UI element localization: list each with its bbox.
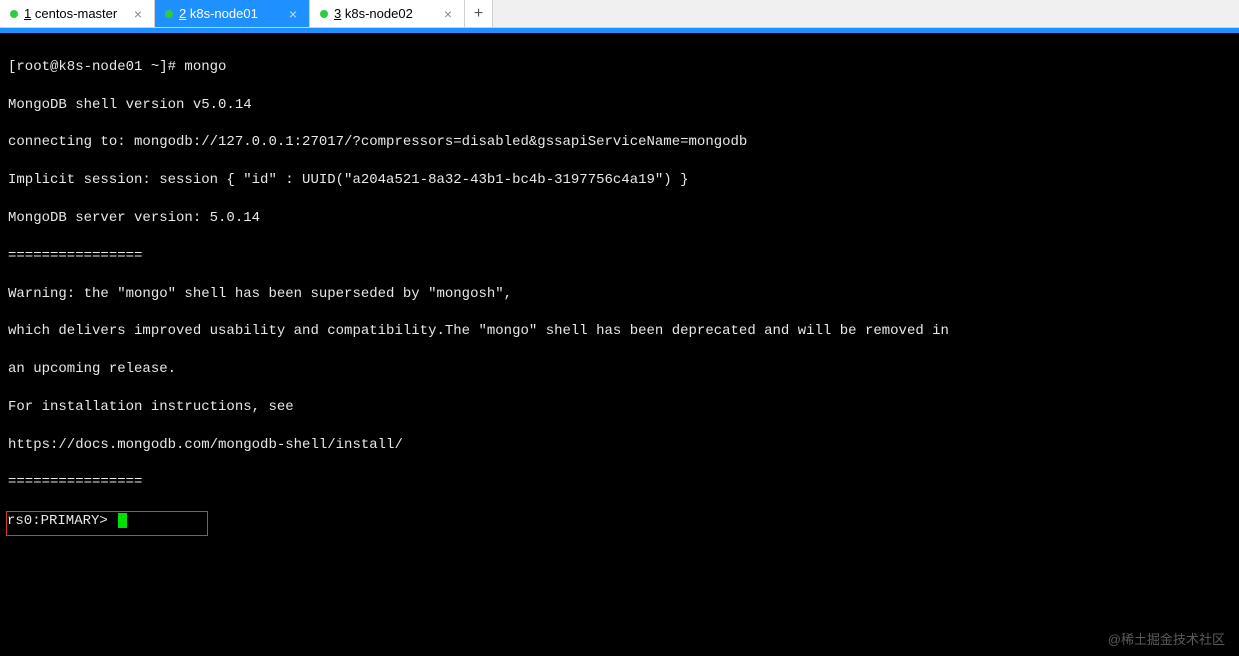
terminal-output[interactable]: [root@k8s-node01 ~]# mongo MongoDB shell…	[0, 33, 1239, 656]
terminal-line: [root@k8s-node01 ~]# mongo	[8, 58, 1231, 77]
close-icon[interactable]: ×	[287, 6, 299, 22]
tab-bar: 1 centos-master × 2 k8s-node01 × 3 k8s-n…	[0, 0, 1239, 28]
terminal-line: Implicit session: session { "id" : UUID(…	[8, 171, 1231, 190]
add-tab-button[interactable]: +	[465, 0, 493, 27]
status-dot-icon	[320, 10, 328, 18]
terminal-line: Warning: the "mongo" shell has been supe…	[8, 285, 1231, 304]
watermark: @稀土掘金技术社区	[1108, 629, 1225, 648]
close-icon[interactable]: ×	[132, 6, 144, 22]
mongo-prompt: rs0:PRIMARY>	[7, 513, 116, 529]
close-icon[interactable]: ×	[442, 6, 454, 22]
status-dot-icon	[10, 10, 18, 18]
cursor-icon	[118, 513, 127, 528]
terminal-line: ================	[8, 473, 1231, 492]
terminal-line: ================	[8, 247, 1231, 266]
terminal-line: which delivers improved usability and co…	[8, 322, 1231, 341]
status-dot-icon	[165, 10, 173, 18]
tab-centos-master[interactable]: 1 centos-master ×	[0, 0, 155, 27]
tab-label: 3 k8s-node02	[334, 6, 413, 21]
terminal-line: https://docs.mongodb.com/mongodb-shell/i…	[8, 436, 1231, 455]
tab-label: 2 k8s-node01	[179, 6, 258, 21]
terminal-line: For installation instructions, see	[8, 398, 1231, 417]
terminal-line: MongoDB shell version v5.0.14	[8, 96, 1231, 115]
terminal-line: an upcoming release.	[8, 360, 1231, 379]
tab-k8s-node01[interactable]: 2 k8s-node01 ×	[155, 0, 310, 27]
terminal-line: MongoDB server version: 5.0.14	[8, 209, 1231, 228]
prompt-highlight-box: rs0:PRIMARY>	[6, 511, 208, 536]
tab-label: 1 centos-master	[24, 6, 117, 21]
tab-k8s-node02[interactable]: 3 k8s-node02 ×	[310, 0, 465, 27]
terminal-line: connecting to: mongodb://127.0.0.1:27017…	[8, 133, 1231, 152]
